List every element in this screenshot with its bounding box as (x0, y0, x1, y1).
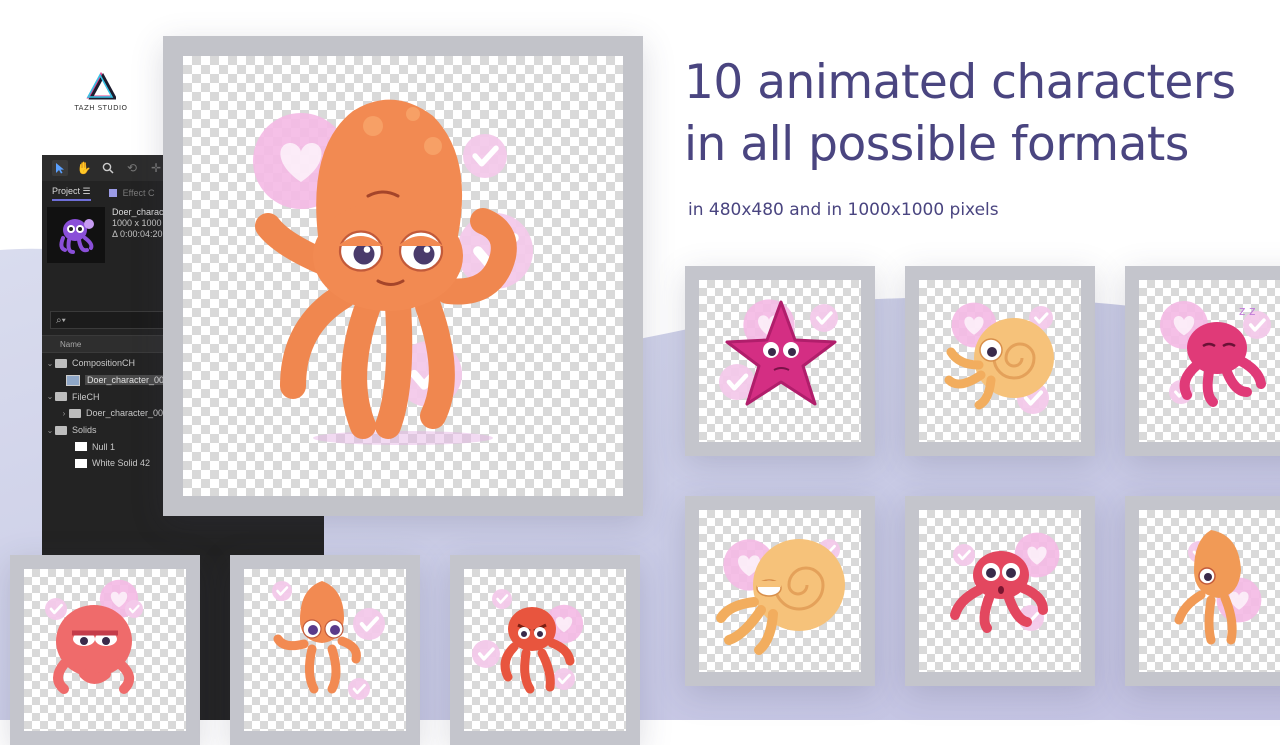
character-frame-octopus-angry (450, 555, 640, 745)
character-frame-starfish (685, 266, 875, 456)
svg-text:z z: z z (1239, 304, 1255, 318)
page-title: 10 animated characters in all possible f… (684, 52, 1236, 176)
main-preview-frame (163, 36, 643, 516)
title-line-2: in all possible formats (684, 117, 1189, 172)
character-frame-nautilus-tired (685, 496, 875, 686)
character-frame-octopus-red-surprised (905, 496, 1095, 686)
selection-tool-icon[interactable] (52, 160, 68, 176)
solid-icon (75, 442, 87, 452)
character-frame-octopus-sleepy: z z (1125, 266, 1280, 456)
rotate-tool-icon[interactable]: ⟲ (124, 160, 140, 176)
subtitle: in 480x480 and in 1000x1000 pixels (688, 200, 999, 220)
zoom-tool-icon[interactable] (100, 160, 116, 176)
triangle-logo-icon (86, 72, 116, 100)
solid-icon (75, 458, 87, 468)
folder-icon (55, 425, 67, 435)
folder-icon (55, 392, 67, 402)
panel-menu-icon[interactable]: ☰ (83, 186, 91, 196)
octopus-character (253, 99, 623, 445)
chevron-down-icon[interactable]: ⌄ (45, 392, 55, 401)
folder-icon (55, 358, 67, 368)
composition-icon (66, 374, 80, 386)
ae-thumbnail (47, 207, 105, 263)
character-frame-squid-shy (1125, 496, 1280, 686)
search-icon: ⌕▾ (56, 314, 66, 326)
chevron-down-icon[interactable]: ⌄ (45, 359, 55, 368)
transparent-canvas (183, 56, 623, 496)
character-frame-squid-surprised (230, 555, 420, 745)
tab-project[interactable]: Project ☰ (52, 183, 91, 201)
character-frame-octopus-grumpy (10, 555, 200, 745)
chevron-right-icon[interactable]: › (59, 409, 69, 418)
title-line-1: 10 animated characters (684, 55, 1236, 110)
brand-name: TAZH STUDIO (74, 104, 128, 112)
chevron-down-icon[interactable]: ⌄ (45, 426, 55, 435)
folder-icon (69, 408, 81, 418)
character-frame-nautilus-shy (905, 266, 1095, 456)
brand-logo: TAZH STUDIO (70, 72, 132, 112)
effect-swatch-icon (108, 188, 117, 197)
anchor-tool-icon[interactable]: ✛ (148, 160, 164, 176)
hand-tool-icon[interactable]: ✋ (76, 160, 92, 176)
tab-effect-controls[interactable]: Effect C (108, 185, 154, 200)
